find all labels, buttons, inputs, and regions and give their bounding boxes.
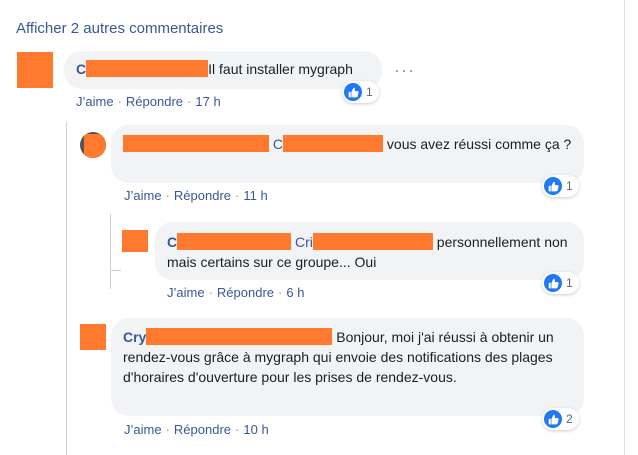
timestamp[interactable]: 17 h (195, 94, 220, 109)
timestamp[interactable]: 11 h (243, 188, 267, 203)
avatar[interactable] (122, 230, 148, 252)
thumbs-up-icon (544, 274, 562, 292)
comment-text: Il faut installer mygraph (208, 61, 353, 77)
avatar[interactable] (17, 52, 53, 88)
name-redaction (146, 328, 333, 345)
timestamp[interactable]: 6 h (286, 285, 304, 300)
comment-actions: J’aime · Répondre · 17 h (76, 94, 221, 109)
name-redaction (86, 60, 209, 77)
name-redaction (312, 233, 433, 250)
reaction-number: 1 (366, 85, 373, 99)
comment-bubble: C Il faut installer mygraph (64, 51, 382, 89)
like-link[interactable]: J’aime (124, 422, 162, 437)
name-redaction (177, 233, 292, 250)
timestamp[interactable]: 10 h (243, 422, 268, 437)
comment-actions: J’aime · Répondre · 10 h (124, 422, 269, 437)
comment-author[interactable]: C (76, 61, 86, 77)
reaction-count[interactable]: 1 (342, 81, 379, 103)
mention-link[interactable]: Cri (295, 234, 313, 250)
reaction-number: 2 (566, 412, 573, 426)
reaction-count[interactable]: 1 (542, 175, 579, 197)
reply-link[interactable]: Répondre (126, 94, 183, 109)
reply-link[interactable]: Répondre (174, 188, 231, 203)
reaction-number: 1 (566, 179, 573, 193)
more-options-icon[interactable]: ··· (394, 60, 415, 81)
comment-actions: J’aime · Répondre · 6 h (167, 285, 305, 300)
like-link[interactable]: J’aime (76, 94, 114, 109)
reaction-number: 1 (566, 276, 573, 290)
avatar-redaction (80, 324, 106, 350)
reaction-count[interactable]: 2 (542, 408, 579, 430)
thread-connector (110, 270, 121, 271)
comment-bubble: C Cri personnellement non mais certains … (155, 222, 584, 280)
frame-border (624, 0, 625, 455)
thread-line (66, 122, 67, 455)
name-redaction (283, 135, 384, 152)
avatar-redaction (84, 134, 106, 158)
comment-author[interactable]: Cry (123, 329, 146, 345)
comment-bubble: C vous avez réussi comme ça ? (111, 125, 584, 183)
comment-actions: J’aime · Répondre · 11 h (124, 188, 268, 203)
avatar[interactable] (80, 324, 106, 350)
avatar-redaction (122, 230, 148, 252)
avatar[interactable] (80, 132, 106, 158)
thread-line (110, 214, 111, 289)
reply-link[interactable]: Répondre (217, 285, 274, 300)
like-link[interactable]: J’aime (167, 285, 205, 300)
avatar-redaction (17, 52, 53, 88)
reply-link[interactable]: Répondre (174, 422, 231, 437)
comment-bubble: Cry Bonjour, moi j'ai réussi à obtenir u… (111, 318, 584, 416)
thumbs-up-icon (344, 83, 362, 101)
reaction-count[interactable]: 1 (542, 272, 579, 294)
comment-text: vous avez réussi comme ça ? (386, 136, 572, 152)
thumbs-up-icon (544, 177, 562, 195)
like-link[interactable]: J’aime (124, 188, 162, 203)
thumbs-up-icon (544, 410, 562, 428)
name-redaction (123, 135, 269, 152)
mention-link[interactable]: C (273, 136, 283, 152)
show-more-comments-link[interactable]: Afficher 2 autres commentaires (16, 20, 223, 37)
comment-author[interactable]: C (167, 234, 177, 250)
